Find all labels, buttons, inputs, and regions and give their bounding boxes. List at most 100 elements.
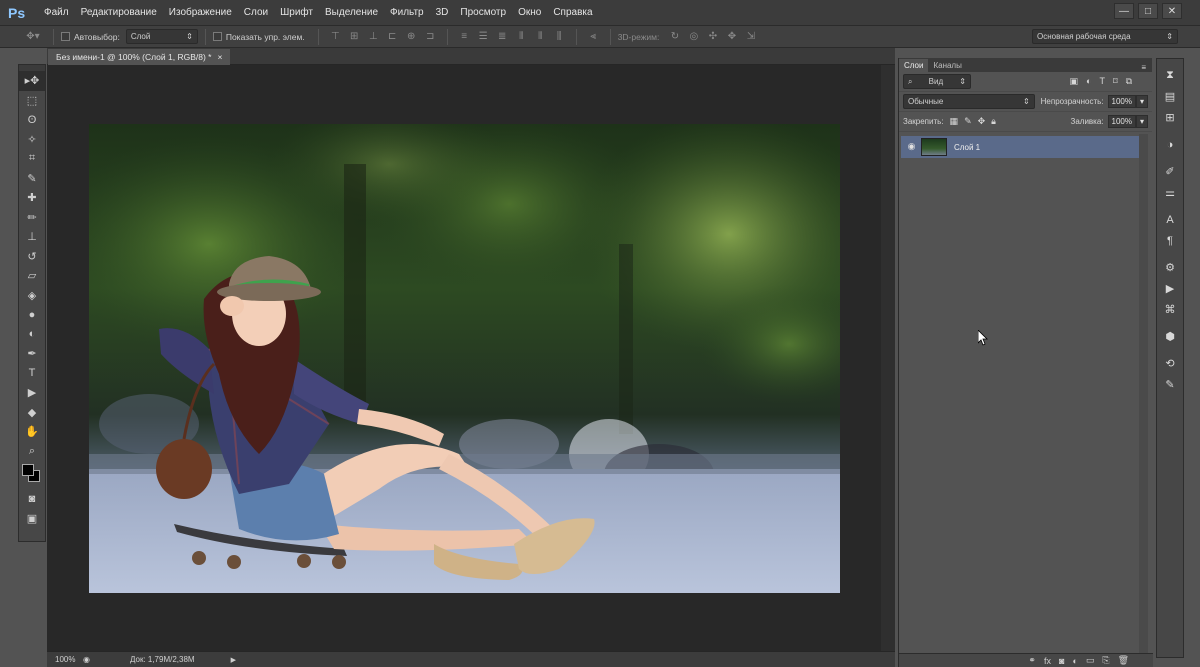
- history-icon[interactable]: ⧗: [1157, 65, 1183, 86]
- status-menu-arrow-icon[interactable]: ▶: [231, 656, 236, 664]
- shape-icon[interactable]: ◆: [19, 403, 45, 423]
- menu-filter[interactable]: Фильтр: [384, 0, 430, 26]
- pen-icon[interactable]: ✒: [19, 344, 45, 364]
- brush-presets-icon[interactable]: ⚌: [1157, 182, 1183, 203]
- mask-icon[interactable]: ◙: [1059, 656, 1064, 666]
- 3d-rotate-icon[interactable]: ↻: [668, 30, 681, 43]
- paint-bucket-icon[interactable]: ◈: [19, 286, 45, 306]
- tab-layers[interactable]: Слои: [899, 59, 929, 72]
- autoselect-dropdown[interactable]: Слой ⇕: [125, 29, 198, 44]
- tool-presets-icon[interactable]: ⚙: [1157, 257, 1183, 278]
- zoom-level[interactable]: 100%: [47, 655, 83, 664]
- properties-icon[interactable]: ▤: [1157, 86, 1183, 107]
- menu-3d[interactable]: 3D: [430, 0, 455, 26]
- menu-image[interactable]: Изображение: [163, 0, 238, 26]
- distribute-hcenter-icon[interactable]: ⦀: [534, 30, 547, 43]
- canvas-image[interactable]: [89, 124, 840, 593]
- timeline-icon[interactable]: ⌘: [1157, 299, 1183, 320]
- align-bottom-icon[interactable]: ⊥: [367, 30, 380, 43]
- marquee-icon[interactable]: ⬚: [19, 91, 45, 111]
- distribute-right-icon[interactable]: ⫼: [553, 30, 566, 43]
- lock-all-icon[interactable]: 🔒︎: [991, 116, 996, 127]
- 3d-roll-icon[interactable]: ◎: [687, 30, 700, 43]
- notes-icon[interactable]: ✎: [1157, 374, 1183, 395]
- menu-layers[interactable]: Слои: [238, 0, 274, 26]
- measurement-icon[interactable]: ⟲: [1157, 353, 1183, 374]
- layer-name[interactable]: Слой 1: [954, 143, 980, 152]
- fill-input[interactable]: 100%: [1107, 115, 1136, 128]
- filter-kind-dropdown[interactable]: ⌕ Вид ⇕: [903, 74, 971, 89]
- crop-icon[interactable]: ⌗: [19, 149, 45, 169]
- hand-icon[interactable]: ✋: [19, 422, 45, 442]
- lock-paint-icon[interactable]: ✎: [964, 116, 972, 127]
- layers-scrollbar[interactable]: [1139, 134, 1148, 654]
- autoselect-checkbox[interactable]: [61, 32, 70, 41]
- screen-mode-icon[interactable]: ▣: [19, 509, 45, 529]
- distribute-vcenter-icon[interactable]: ☰: [477, 30, 490, 43]
- new-layer-icon[interactable]: ⎘: [1102, 655, 1109, 666]
- actions-icon[interactable]: ▶: [1157, 278, 1183, 299]
- dodge-icon[interactable]: ◐: [19, 325, 45, 345]
- align-top-icon[interactable]: ⊤: [329, 30, 342, 43]
- link-icon[interactable]: ⚭: [1028, 655, 1036, 666]
- align-left-icon[interactable]: ⊏: [386, 30, 399, 43]
- menu-type[interactable]: Шрифт: [274, 0, 319, 26]
- distribute-top-icon[interactable]: ≡: [458, 30, 471, 43]
- zoom-icon[interactable]: ⌕: [19, 442, 45, 462]
- tab-channels[interactable]: Каналы: [928, 59, 966, 72]
- foreground-color-swatch[interactable]: [22, 464, 34, 476]
- type-icon[interactable]: T: [19, 364, 45, 384]
- filter-shape-icon[interactable]: ⌑: [1113, 76, 1118, 87]
- menu-select[interactable]: Выделение: [319, 0, 384, 26]
- 3d-icon[interactable]: ⬢: [1157, 326, 1183, 347]
- eye-icon[interactable]: ◉: [906, 141, 917, 152]
- clone-stamp-icon[interactable]: ⊥: [19, 227, 45, 247]
- filter-adjustment-icon[interactable]: ◐: [1086, 76, 1091, 87]
- align-vcenter-icon[interactable]: ⊞: [348, 30, 361, 43]
- eraser-icon[interactable]: ▱: [19, 266, 45, 286]
- lasso-icon[interactable]: ʘ: [19, 110, 45, 130]
- trash-icon[interactable]: 🗑︎: [1118, 655, 1129, 666]
- character-icon[interactable]: A: [1157, 209, 1183, 230]
- share-icon[interactable]: ◉: [83, 655, 90, 664]
- 3d-pan-icon[interactable]: ✣: [706, 30, 719, 43]
- menu-view[interactable]: Просмотр: [454, 0, 512, 26]
- auto-align-icon[interactable]: ⫷: [587, 30, 600, 43]
- folder-icon[interactable]: ▭: [1086, 655, 1095, 666]
- adjustment-layer-icon[interactable]: ◐: [1072, 656, 1077, 666]
- healing-brush-icon[interactable]: ✚: [19, 188, 45, 208]
- opacity-input[interactable]: 100%: [1107, 95, 1136, 108]
- align-right-icon[interactable]: ⊐: [424, 30, 437, 43]
- chevron-down-icon[interactable]: ▾: [1135, 115, 1148, 128]
- vertical-scrollbar[interactable]: [881, 65, 895, 651]
- brush-icon[interactable]: ✏: [19, 208, 45, 228]
- filter-smart-icon[interactable]: ⧉: [1126, 76, 1132, 87]
- paragraph-icon[interactable]: ¶: [1157, 230, 1183, 251]
- lock-position-icon[interactable]: ✥: [978, 116, 986, 127]
- align-hcenter-icon[interactable]: ⊕: [405, 30, 418, 43]
- chevron-down-icon[interactable]: ▾: [1135, 95, 1148, 108]
- blend-mode-dropdown[interactable]: Обычные ⇕: [903, 94, 1035, 109]
- tool-preset-picker-icon[interactable]: ✥▾: [23, 30, 43, 43]
- show-transform-checkbox[interactable]: [212, 32, 222, 41]
- brushes-icon[interactable]: ✐: [1157, 161, 1183, 182]
- move-icon[interactable]: ▸✥: [19, 71, 45, 91]
- adjustments-icon[interactable]: ⊞: [1157, 107, 1183, 128]
- menu-window[interactable]: Окно: [512, 0, 547, 26]
- minimize-button[interactable]: —: [1114, 3, 1134, 19]
- filter-pixel-icon[interactable]: ▣: [1069, 76, 1078, 87]
- layer-row[interactable]: ◉ Слой 1: [901, 136, 1141, 158]
- menu-edit[interactable]: Редактирование: [75, 0, 163, 26]
- eyedropper-icon[interactable]: ✎: [19, 169, 45, 189]
- quick-mask-icon[interactable]: ◙: [19, 489, 45, 509]
- filter-type-icon[interactable]: T: [1099, 76, 1105, 87]
- lock-transparency-icon[interactable]: ▦: [950, 116, 959, 127]
- close-tab-icon[interactable]: ×: [217, 52, 222, 62]
- menu-file[interactable]: Файл: [38, 0, 75, 26]
- blur-icon[interactable]: ●: [19, 305, 45, 325]
- distribute-bottom-icon[interactable]: ≣: [496, 30, 509, 43]
- magic-wand-icon[interactable]: ✧: [19, 130, 45, 150]
- close-window-button[interactable]: ✕: [1162, 3, 1182, 19]
- path-selection-icon[interactable]: ▶: [19, 383, 45, 403]
- 3d-slide-icon[interactable]: ✥: [725, 30, 738, 43]
